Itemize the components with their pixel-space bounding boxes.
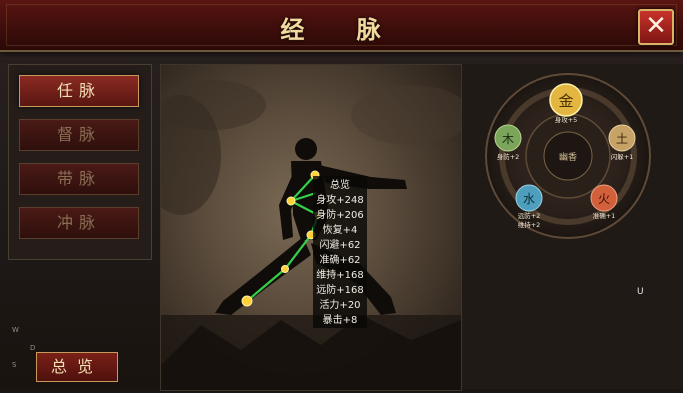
tab-dai-meridian[interactable]: 带脉 xyxy=(19,163,139,195)
element-metal-glyph: 金 xyxy=(558,92,573,110)
five-elements-wheel: 幽香 金 身攻+5 木 身防+2 土 闪躲+1 水 远防+2 维持+2 火 准确… xyxy=(485,73,651,239)
compass-letter-s: S xyxy=(12,361,17,369)
close-button[interactable]: ✕ xyxy=(638,9,674,45)
tooltip-line: 闪避+62 xyxy=(319,240,361,251)
element-wood-glyph: 木 xyxy=(502,132,514,146)
misc-letter: U xyxy=(637,287,644,297)
element-earth-stat: 闪躲+1 xyxy=(611,152,634,161)
five-elements-panel: 幽香 金 身攻+5 木 身防+2 土 闪躲+1 水 远防+2 维持+2 火 准确… xyxy=(462,64,683,389)
element-water-stat: 远防+2 xyxy=(518,211,541,220)
tooltip-line: 身防+206 xyxy=(316,210,364,221)
tooltip-header: 总览 xyxy=(330,180,350,191)
tooltip-line: 身攻+248 xyxy=(316,195,364,206)
overview-button[interactable]: 总览 xyxy=(36,352,118,382)
element-water-node[interactable]: 水 远防+2 维持+2 xyxy=(515,184,543,229)
element-water-glyph: 水 xyxy=(523,192,535,206)
element-fire-node[interactable]: 火 准确+1 xyxy=(590,184,618,220)
tooltip-line: 远防+168 xyxy=(316,285,364,296)
tooltip-line: 维持+168 xyxy=(316,270,364,281)
tab-chong-meridian[interactable]: 冲脉 xyxy=(19,207,139,239)
tooltip-line: 恢复+4 xyxy=(322,225,358,236)
element-wood-node[interactable]: 木 身防+2 xyxy=(494,124,522,161)
element-wood-stat: 身防+2 xyxy=(497,152,520,161)
element-metal-stat: 身攻+5 xyxy=(555,115,578,124)
compass-letter-w: W xyxy=(12,326,19,334)
meridian-artwork xyxy=(160,64,462,391)
compass-letter-d: D xyxy=(30,344,36,352)
tab-ren-meridian[interactable]: 任脉 xyxy=(19,75,139,107)
title-bar: 经 脉 ✕ xyxy=(0,0,683,52)
element-fire-glyph: 火 xyxy=(598,192,610,206)
tooltip-line: 暴击+8 xyxy=(322,315,358,326)
element-metal-node[interactable]: 金 身攻+5 xyxy=(549,83,583,124)
window-title: 经 脉 xyxy=(280,15,403,44)
tooltip-line: 活力+20 xyxy=(319,300,361,311)
close-icon: ✕ xyxy=(645,11,667,41)
element-fire-stat: 准确+1 xyxy=(593,211,616,220)
tab-du-meridian[interactable]: 督脉 xyxy=(19,119,139,151)
element-water-stat: 维持+2 xyxy=(518,220,541,229)
stats-tooltip: 总览 身攻+248 身防+206 恢复+4 闪避+62 准确+62 维持+168… xyxy=(313,176,367,328)
fighter-illustration xyxy=(161,80,461,390)
element-earth-glyph: 土 xyxy=(616,132,628,146)
meridian-window: 经 脉 ✕ 任脉 督脉 带脉 冲脉 总览 身攻+248 身防+206 恢复+4 … xyxy=(0,0,683,391)
meridian-tab-panel: 任脉 督脉 带脉 冲脉 xyxy=(8,64,152,260)
tooltip-line: 准确+62 xyxy=(319,255,361,266)
element-center-label: 幽香 xyxy=(559,152,577,163)
element-earth-node[interactable]: 土 闪躲+1 xyxy=(608,124,636,161)
